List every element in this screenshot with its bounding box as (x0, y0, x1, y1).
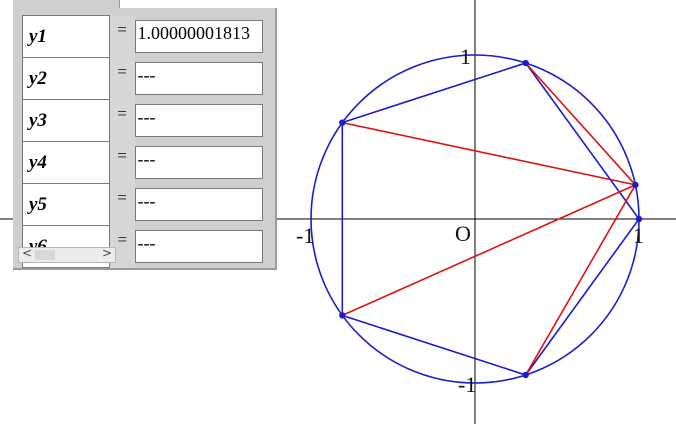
value-field-y4[interactable]: --- (134, 146, 263, 179)
x-pos-label: 1 (633, 223, 644, 248)
y-pos-label: 1 (460, 44, 471, 69)
horizontal-scrollbar[interactable]: < > (18, 246, 116, 263)
star-segment-3 (341, 184, 636, 317)
y-neg-label: -1 (458, 372, 476, 397)
value-field-y3[interactable]: --- (134, 104, 263, 137)
value-field-y1[interactable]: 1.00000001813 (134, 20, 263, 53)
table-row: y1 = 1.00000001813 (22, 15, 265, 58)
scroll-thumb[interactable] (35, 250, 55, 260)
vertex-point-2[interactable] (522, 59, 529, 67)
vertex-point-1[interactable] (635, 215, 643, 223)
scroll-right-icon[interactable]: > (102, 246, 112, 260)
panel-top-strip (119, 0, 278, 8)
table-row: y4 = --- (22, 141, 265, 184)
var-name-y1: y1 (22, 15, 110, 58)
equals-sign: = (109, 15, 135, 58)
variables-panel: y1 = 1.00000001813 y2 = --- y3 = --- y4 … (13, 0, 278, 270)
x-neg-label: -1 (296, 223, 314, 248)
equals-sign: = (109, 99, 135, 142)
value-field-y5[interactable]: --- (134, 188, 263, 221)
scroll-left-icon[interactable]: < (22, 246, 32, 260)
variables-table: y1 = 1.00000001813 y2 = --- y3 = --- y4 … (22, 15, 265, 268)
var-name-y5: y5 (22, 183, 110, 226)
table-row: y2 = --- (22, 57, 265, 100)
value-field-y6[interactable]: --- (134, 230, 263, 263)
vertex-point-5[interactable] (522, 371, 529, 379)
vertex-point-4[interactable] (339, 312, 346, 319)
equals-sign: = (109, 57, 135, 100)
vertex-point-3[interactable] (339, 119, 346, 126)
origin-label: O (455, 221, 471, 246)
equals-sign: = (109, 141, 135, 184)
star-segment-4 (524, 184, 637, 376)
star-segment-1 (525, 62, 637, 186)
table-row: y5 = --- (22, 183, 265, 226)
vertex-point-6[interactable] (632, 181, 639, 189)
value-field-y2[interactable]: --- (134, 62, 263, 95)
equals-sign: = (109, 183, 135, 226)
var-name-y3: y3 (22, 99, 110, 142)
var-name-y2: y2 (22, 57, 110, 100)
table-row: y3 = --- (22, 99, 265, 142)
var-name-y4: y4 (22, 141, 110, 184)
